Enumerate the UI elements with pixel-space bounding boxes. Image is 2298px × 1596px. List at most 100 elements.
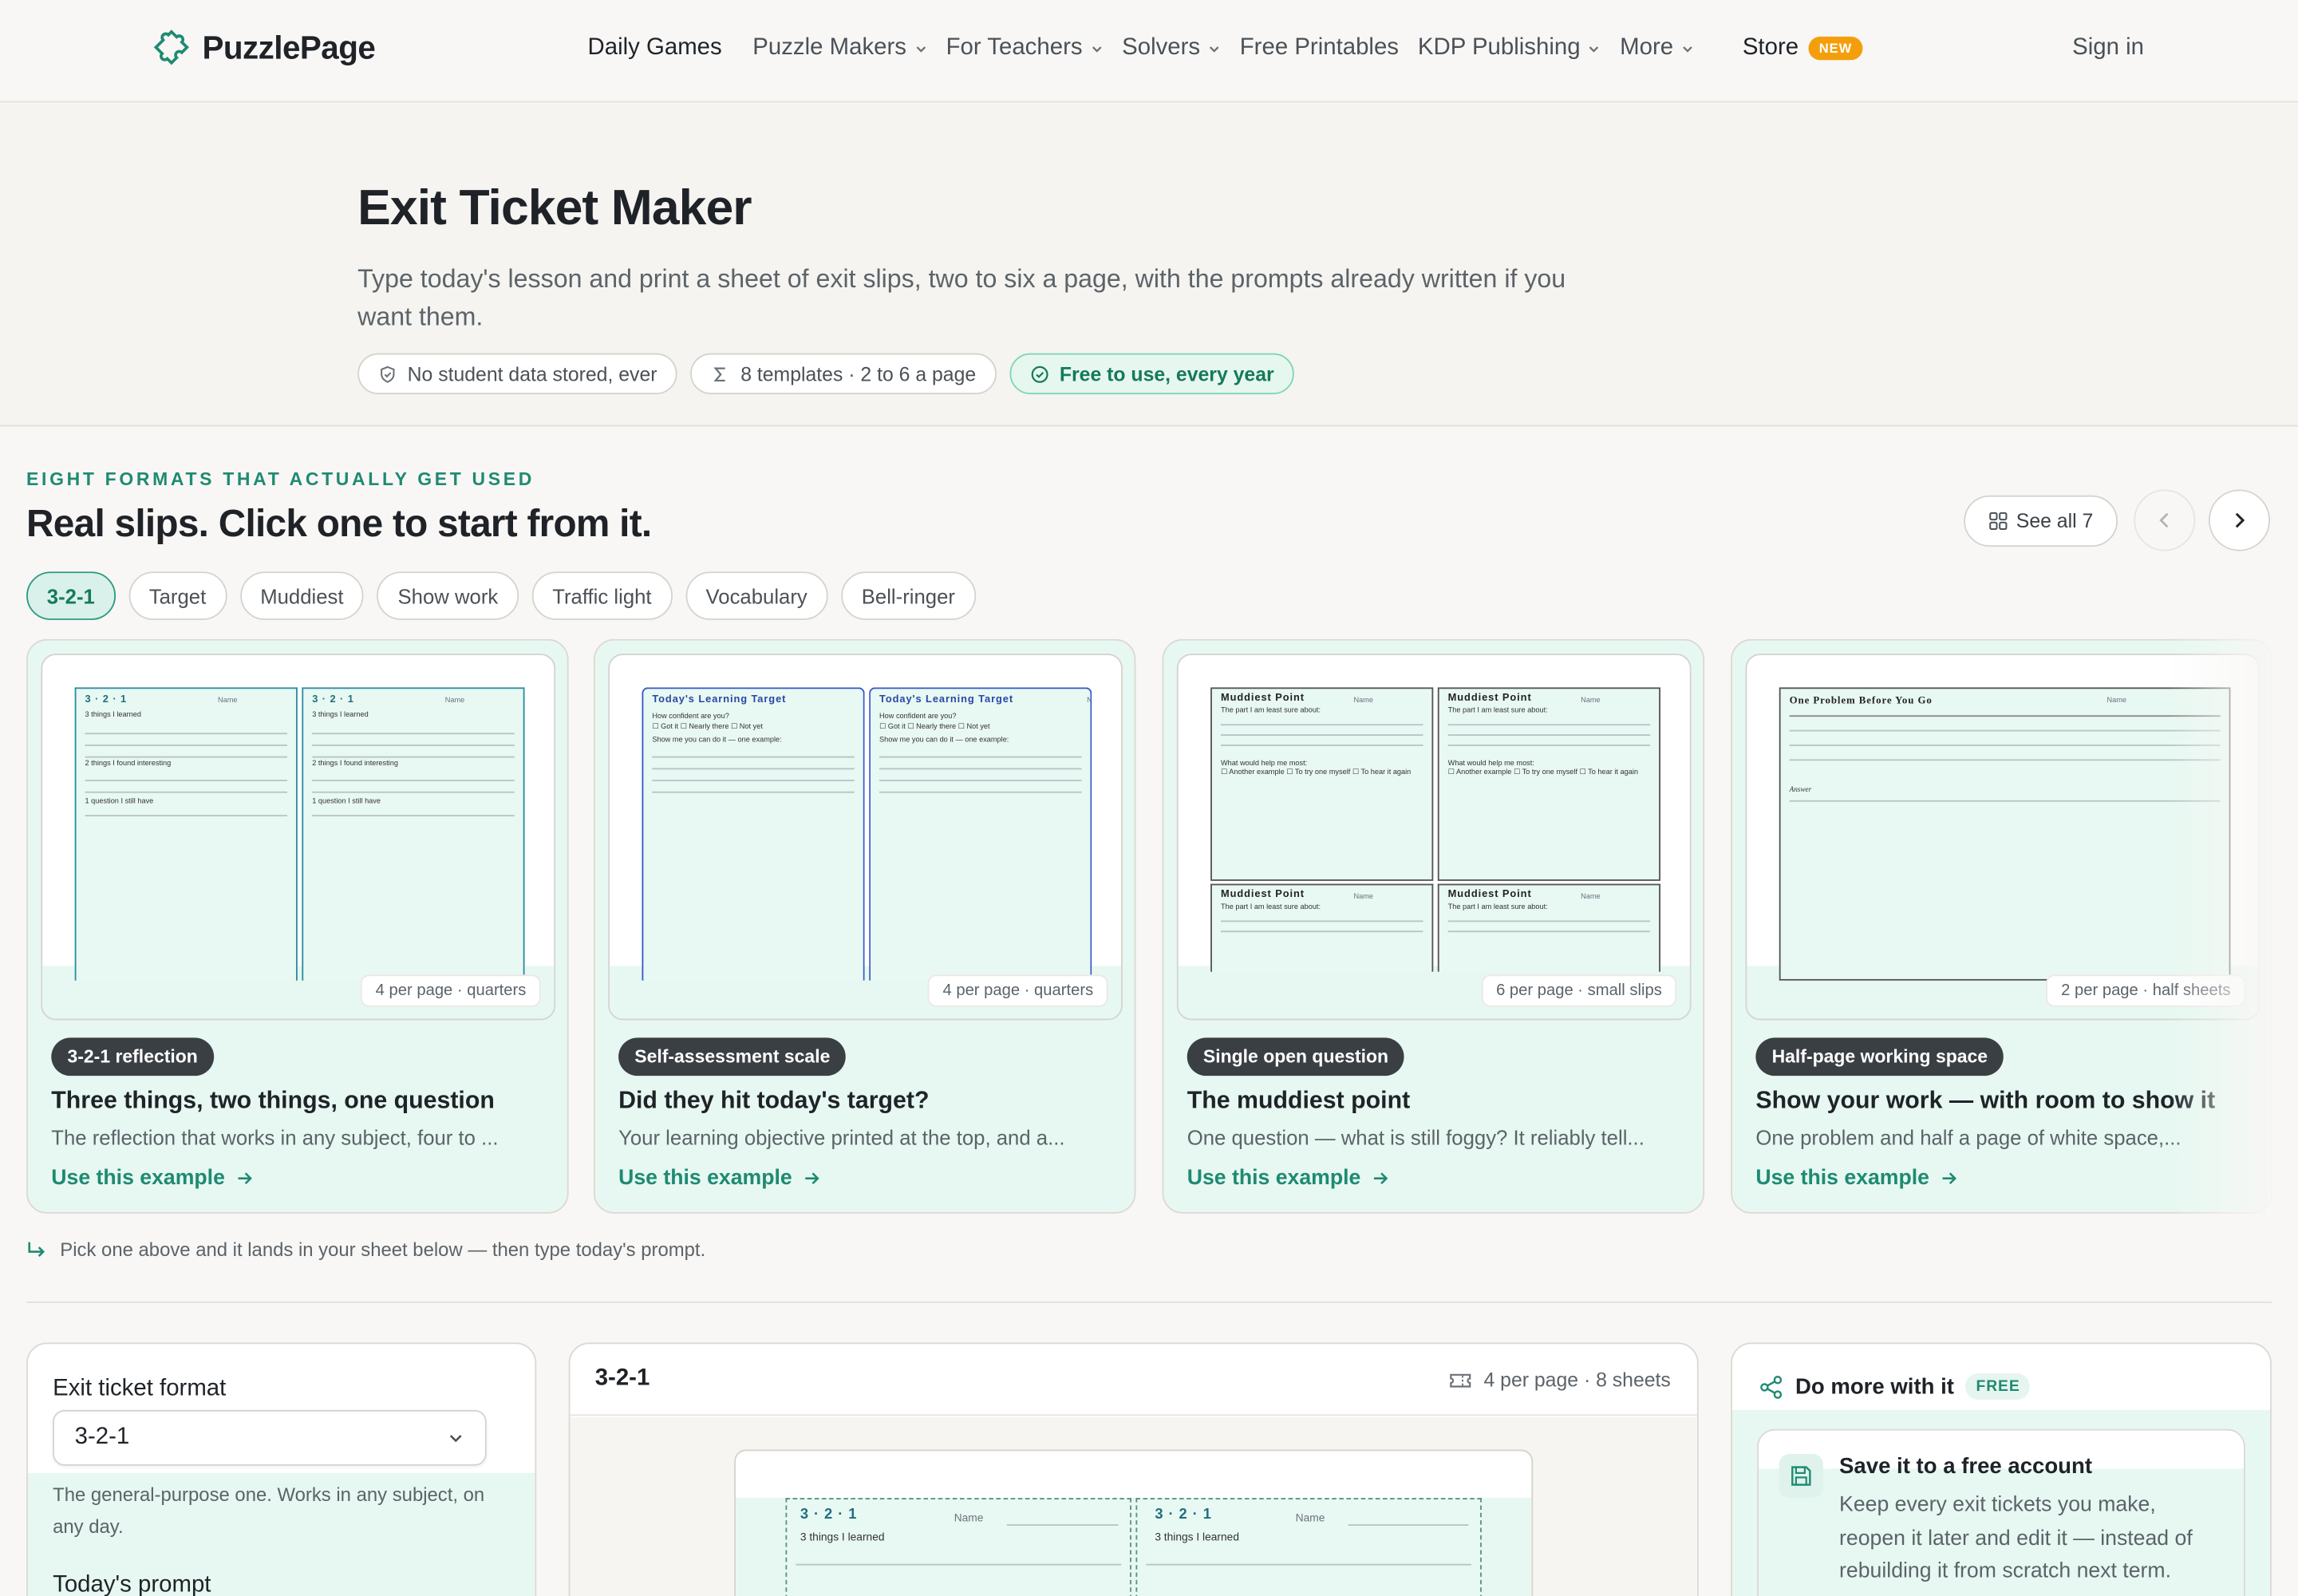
slip-preview: 3 · 2 · 1 Name 3 things I learned 2 thin… — [74, 687, 298, 981]
example-card-muddiest[interactable]: Muddiest Point Name The part I am least … — [1162, 638, 1705, 1214]
nav-for-teachers[interactable]: For Teachers — [946, 35, 1104, 61]
sign-in-link[interactable]: Sign in — [2072, 35, 2144, 61]
slip-prompt: What would help me most: — [1220, 759, 1308, 768]
use-example-label: Use this example — [51, 1167, 225, 1191]
gallery-eyebrow: EIGHT FORMATS THAT ACTUALLY GET USED — [26, 468, 535, 490]
sigma-icon — [714, 366, 726, 381]
format-select[interactable]: 3-2-1 — [53, 1409, 487, 1466]
preview-slip: 3 · 2 · 1 Name 3 things I learned — [785, 1498, 1131, 1596]
chevron-down-icon — [1092, 45, 1101, 52]
slip-line — [85, 791, 287, 793]
nav-label: More — [1620, 35, 1674, 61]
slip-line — [1447, 745, 1651, 746]
preview-meta-text: 4 per page · 8 sheets — [1483, 1369, 1671, 1392]
use-example-link[interactable]: Use this example — [618, 1167, 821, 1190]
more-panel: Do more with it FREE Save it to a free a… — [1731, 1342, 2272, 1596]
slip-preview: Muddiest Point Name The part I am least … — [1210, 687, 1434, 881]
slip-prompt: The part I am least sure about: — [1220, 903, 1321, 912]
slip-title: Muddiest Point — [1220, 693, 1305, 704]
nav-solvers[interactable]: Solvers — [1122, 35, 1221, 61]
use-example-link[interactable]: Use this example — [1755, 1167, 1958, 1190]
slip-prompt: How confident are you? — [652, 712, 729, 721]
slip-title: 3 · 2 · 1 — [1155, 1507, 1212, 1523]
card-thumbnail: Today's Learning Target How confident ar… — [608, 654, 1123, 1021]
slip-preview: Muddiest Point Name The part I am least … — [1210, 883, 1434, 972]
nav-kdp-publishing[interactable]: KDP Publishing — [1418, 35, 1601, 61]
slip-title: 3 · 2 · 1 — [85, 694, 128, 705]
save-account-card[interactable]: Save it to a free account Keep every exi… — [1757, 1428, 2245, 1596]
tab-muddiest[interactable]: Muddiest — [239, 571, 365, 620]
more-header: Do more with it FREE — [1759, 1373, 2031, 1400]
slip-name: Name — [1353, 892, 1373, 902]
main-nav: Daily Games Puzzle Makers For Teachers S… — [588, 35, 1713, 61]
tab-vocabulary[interactable]: Vocabulary — [685, 571, 828, 620]
use-example-link[interactable]: Use this example — [1187, 1167, 1390, 1190]
tab-traffic-light[interactable]: Traffic light — [531, 571, 673, 620]
example-card-show-work[interactable]: One Problem Before You Go Name Answer 2 … — [1731, 638, 2272, 1214]
carousel-prev-button[interactable] — [2134, 489, 2196, 551]
use-example-link[interactable]: Use this example — [51, 1167, 254, 1190]
section-divider — [26, 1301, 2272, 1303]
slip-line — [312, 815, 515, 817]
slip-prompt: 3 things I learned — [85, 710, 141, 720]
card-description: One question — what is still foggy? It r… — [1187, 1125, 1645, 1149]
example-card-3-2-1[interactable]: 3 · 2 · 1 Name 3 things I learned 2 thin… — [26, 638, 569, 1214]
nav-puzzle-makers[interactable]: Puzzle Makers — [752, 35, 926, 61]
save-title: Save it to a free account — [1839, 1454, 2093, 1479]
use-example-label: Use this example — [1755, 1167, 1929, 1191]
per-page-label: 2 per page · half sheets — [2046, 974, 2245, 1007]
slip-line — [796, 1563, 1122, 1566]
slip-title: Muddiest Point — [1447, 889, 1532, 900]
card-title: Show your work — with room to show it — [1755, 1087, 2216, 1114]
see-all-label: See all 7 — [2016, 510, 2094, 532]
per-page-label: 4 per page · quarters — [928, 974, 1108, 1007]
slip-option: Another example — [1229, 768, 1285, 777]
slip-prompt: Show me you can do it — one example: — [652, 736, 782, 745]
nav-daily-games[interactable]: Daily Games — [588, 35, 722, 61]
use-example-label: Use this example — [618, 1167, 792, 1191]
chip-label: 8 templates · 2 to 6 a page — [740, 362, 977, 385]
nav-free-printables[interactable]: Free Printables — [1240, 35, 1399, 61]
carousel-next-button[interactable] — [2208, 489, 2271, 551]
slip-option: Not yet — [966, 722, 990, 732]
slip-name: Name — [954, 1511, 984, 1525]
nav-label: For Teachers — [946, 35, 1083, 61]
slip-line — [85, 733, 287, 735]
check-circle-icon — [1031, 365, 1048, 382]
card-title: The muddiest point — [1187, 1087, 1411, 1114]
slip-preview: One Problem Before You Go Name Answer — [1779, 687, 2231, 981]
example-card-target[interactable]: Today's Learning Target How confident ar… — [593, 638, 1136, 1214]
see-all-button[interactable]: See all 7 — [1964, 495, 2118, 547]
floppy-disk-icon — [1791, 1466, 1811, 1486]
nav-store[interactable]: Store NEW — [1743, 35, 1862, 61]
example-cards: 3 · 2 · 1 Name 3 things I learned 2 thin… — [26, 638, 2272, 1215]
preview-slip: 3 · 2 · 1 Name 3 things I learned — [1135, 1498, 1482, 1596]
tab-target[interactable]: Target — [128, 571, 227, 620]
preview-meta: 4 per page · 8 sheets — [1450, 1369, 1671, 1391]
card-title: Three things, two things, one question — [51, 1087, 495, 1114]
slip-preview: Muddiest Point Name The part I am least … — [1437, 687, 1660, 881]
slip-name: Name — [2106, 696, 2127, 705]
per-page-label: 6 per page · small slips — [1481, 974, 1677, 1007]
slip-line — [312, 791, 515, 793]
save-icon — [1779, 1454, 1823, 1499]
slip-line — [1220, 734, 1423, 737]
slip-title: 3 · 2 · 1 — [312, 694, 354, 705]
chevron-left-icon — [2159, 512, 2169, 528]
slip-line — [85, 815, 287, 817]
slip-prompt: The part I am least sure about: — [1447, 903, 1548, 912]
brand-logo[interactable]: PuzzlePage — [152, 30, 376, 68]
slip-line — [1220, 745, 1423, 746]
slip-preview: Today's Learning Target Na How confident… — [869, 687, 1092, 981]
tab-3-2-1[interactable]: 3-2-1 — [26, 571, 116, 620]
tab-show-work[interactable]: Show work — [377, 571, 519, 620]
slip-title: 3 · 2 · 1 — [800, 1507, 858, 1523]
tab-bell-ringer[interactable]: Bell-ringer — [841, 571, 976, 620]
nav-more[interactable]: More — [1620, 35, 1694, 61]
slip-line — [1789, 759, 2221, 761]
slip-line — [879, 780, 1082, 781]
slip-name: Name — [1353, 696, 1373, 705]
slip-prompt: 3 things I learned — [800, 1530, 885, 1544]
return-arrow-icon — [28, 1241, 45, 1257]
slip-title: Today's Learning Target — [879, 694, 1014, 705]
